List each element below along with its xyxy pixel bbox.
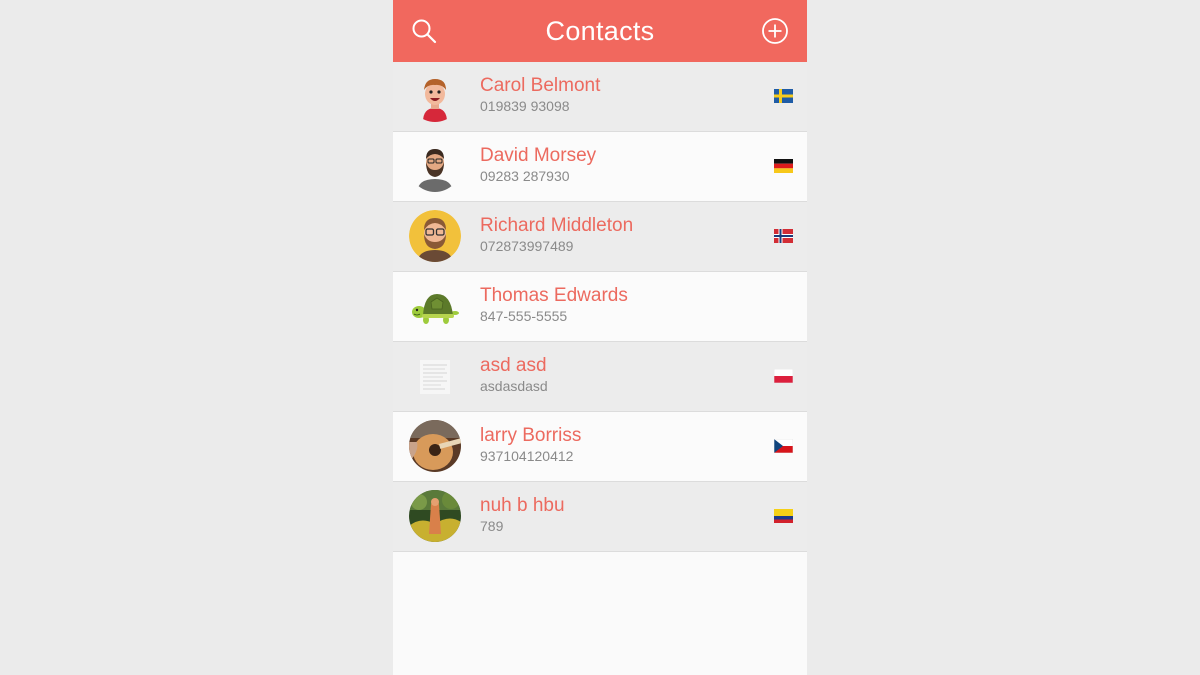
guitar-photo-avatar <box>409 420 461 472</box>
cartoon-boy-avatar <box>409 70 461 122</box>
document-thumbnail-avatar <box>409 350 461 402</box>
nature-photo-avatar <box>409 490 461 542</box>
list-item[interactable]: nuh b hbu 789 <box>393 482 807 552</box>
contact-name: larry Borriss <box>480 425 582 446</box>
list-item[interactable]: larry Borriss 937104120412 <box>393 412 807 482</box>
list-item[interactable]: Thomas Edwards 847-555-5555 <box>393 272 807 342</box>
page-title: Contacts <box>545 15 655 46</box>
contact-number: 937104120412 <box>480 448 574 464</box>
contact-number: 09283 287930 <box>480 168 570 184</box>
list-item[interactable]: asd asd asdasdasd <box>393 342 807 412</box>
contacts-screen: Contacts Carol Belmont 019839 93098 Davi… <box>393 0 807 675</box>
contact-name: Thomas Edwards <box>480 285 628 306</box>
contact-number: 019839 93098 <box>480 98 570 114</box>
add-contact-button[interactable] <box>759 15 791 47</box>
contact-name: nuh b hbu <box>480 495 565 516</box>
contact-number: 789 <box>480 518 504 534</box>
contact-number: 072873997489 <box>480 238 574 254</box>
sweden-flag-icon <box>774 89 793 103</box>
bearded-man-avatar <box>409 140 461 192</box>
contact-number: asdasdasd <box>480 378 548 394</box>
glasses-man-avatar <box>409 210 461 262</box>
contact-name: Richard Middleton <box>480 215 634 236</box>
list-item[interactable]: Richard Middleton 072873997489 <box>393 202 807 272</box>
contact-name: asd asd <box>480 355 547 376</box>
contact-name: David Morsey <box>480 145 597 166</box>
search-button[interactable] <box>408 15 440 47</box>
app-header: Contacts <box>393 0 807 62</box>
turtle-avatar <box>409 280 461 332</box>
poland-flag-icon <box>774 369 793 383</box>
contact-list: Carol Belmont 019839 93098 David Morsey … <box>393 62 807 552</box>
norway-flag-icon <box>774 229 793 243</box>
colombia-flag-icon <box>774 509 793 523</box>
contact-name: Carol Belmont <box>480 75 601 96</box>
add-circle-icon <box>762 18 788 44</box>
list-item[interactable]: Carol Belmont 019839 93098 <box>393 62 807 132</box>
list-item[interactable]: David Morsey 09283 287930 <box>393 132 807 202</box>
contact-number: 847-555-5555 <box>480 308 568 324</box>
germany-flag-icon <box>774 159 793 173</box>
czech-flag-icon <box>774 439 793 453</box>
search-icon <box>412 19 437 44</box>
